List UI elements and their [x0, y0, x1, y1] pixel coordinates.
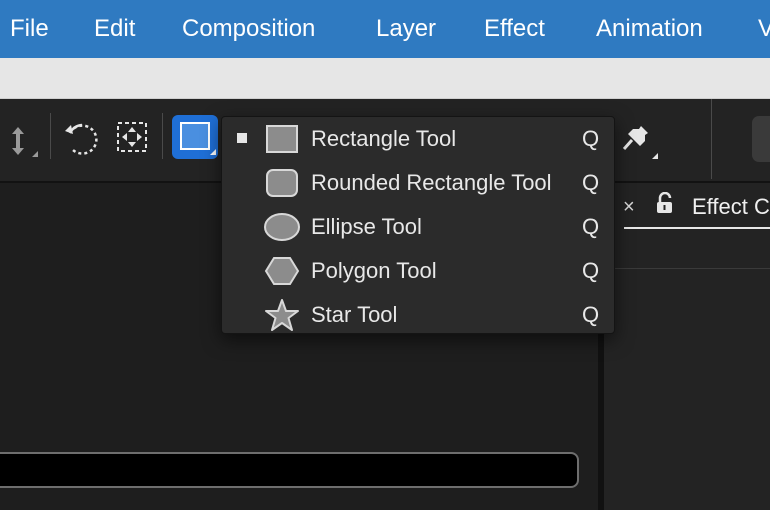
toolbar-overflow-button[interactable]: [752, 116, 770, 162]
menu-item-label: Star Tool: [311, 302, 398, 327]
menu-composition[interactable]: Composition: [182, 0, 315, 58]
menu-edit[interactable]: Edit: [94, 0, 135, 58]
menu-layer[interactable]: Layer: [376, 0, 436, 58]
effect-controls-tab[interactable]: Effect Co: [692, 194, 770, 220]
menu-item-label: Ellipse Tool: [311, 214, 422, 239]
menu-item-shortcut: Q: [582, 170, 600, 195]
menu-file[interactable]: File: [10, 0, 49, 58]
rectangle-tool-icon: [180, 122, 216, 155]
menu-view[interactable]: V: [758, 0, 770, 58]
toolbar-separator: [50, 113, 51, 159]
menu-item-label: Rectangle Tool: [311, 126, 457, 151]
panel-divider: [604, 268, 770, 269]
polygon-icon: [264, 255, 300, 292]
composition-input-field[interactable]: [0, 452, 579, 488]
menu-item-label: Rounded Rectangle Tool: [311, 170, 552, 195]
menu-item-ellipse-tool[interactable]: Ellipse Tool Q: [222, 205, 614, 249]
menu-item-star-tool[interactable]: Star Tool Q: [222, 293, 614, 337]
rectangle-icon: [264, 123, 300, 160]
active-tab-indicator: [624, 227, 770, 229]
menu-item-polygon-tool[interactable]: Polygon Tool Q: [222, 249, 614, 293]
anchor-point-icon[interactable]: [114, 119, 150, 160]
menu-effect[interactable]: Effect: [484, 0, 545, 58]
menu-item-shortcut: Q: [582, 214, 600, 239]
up-down-arrow-icon[interactable]: [6, 121, 40, 166]
checkmark-icon: [237, 133, 247, 143]
rotate-icon[interactable]: [62, 119, 102, 164]
toolbar-separator: [711, 99, 712, 179]
menu-item-shortcut: Q: [582, 126, 600, 151]
pin-icon[interactable]: [620, 119, 662, 166]
menu-item-label: Polygon Tool: [311, 258, 437, 283]
menu-bar: File Edit Composition Layer Effect Anima…: [0, 0, 770, 58]
rectangle-tool-button[interactable]: [172, 115, 218, 159]
title-strip: [0, 58, 770, 99]
rounded-rectangle-icon: [264, 167, 300, 204]
menu-item-rectangle-tool[interactable]: Rectangle Tool Q: [222, 117, 614, 161]
unlock-icon[interactable]: [654, 191, 676, 221]
menu-item-shortcut: Q: [582, 302, 600, 327]
menu-item-rounded-rectangle-tool[interactable]: Rounded Rectangle Tool Q: [222, 161, 614, 205]
effect-controls-panel: [604, 183, 770, 510]
ellipse-icon: [264, 211, 304, 248]
shape-tools-menu: Rectangle Tool Q Rounded Rectangle Tool …: [221, 116, 615, 334]
panel-close-icon[interactable]: ×: [623, 196, 635, 219]
menu-item-shortcut: Q: [582, 258, 600, 283]
toolbar-separator: [162, 113, 163, 159]
star-icon: [264, 299, 300, 336]
menu-animation[interactable]: Animation: [596, 0, 703, 58]
